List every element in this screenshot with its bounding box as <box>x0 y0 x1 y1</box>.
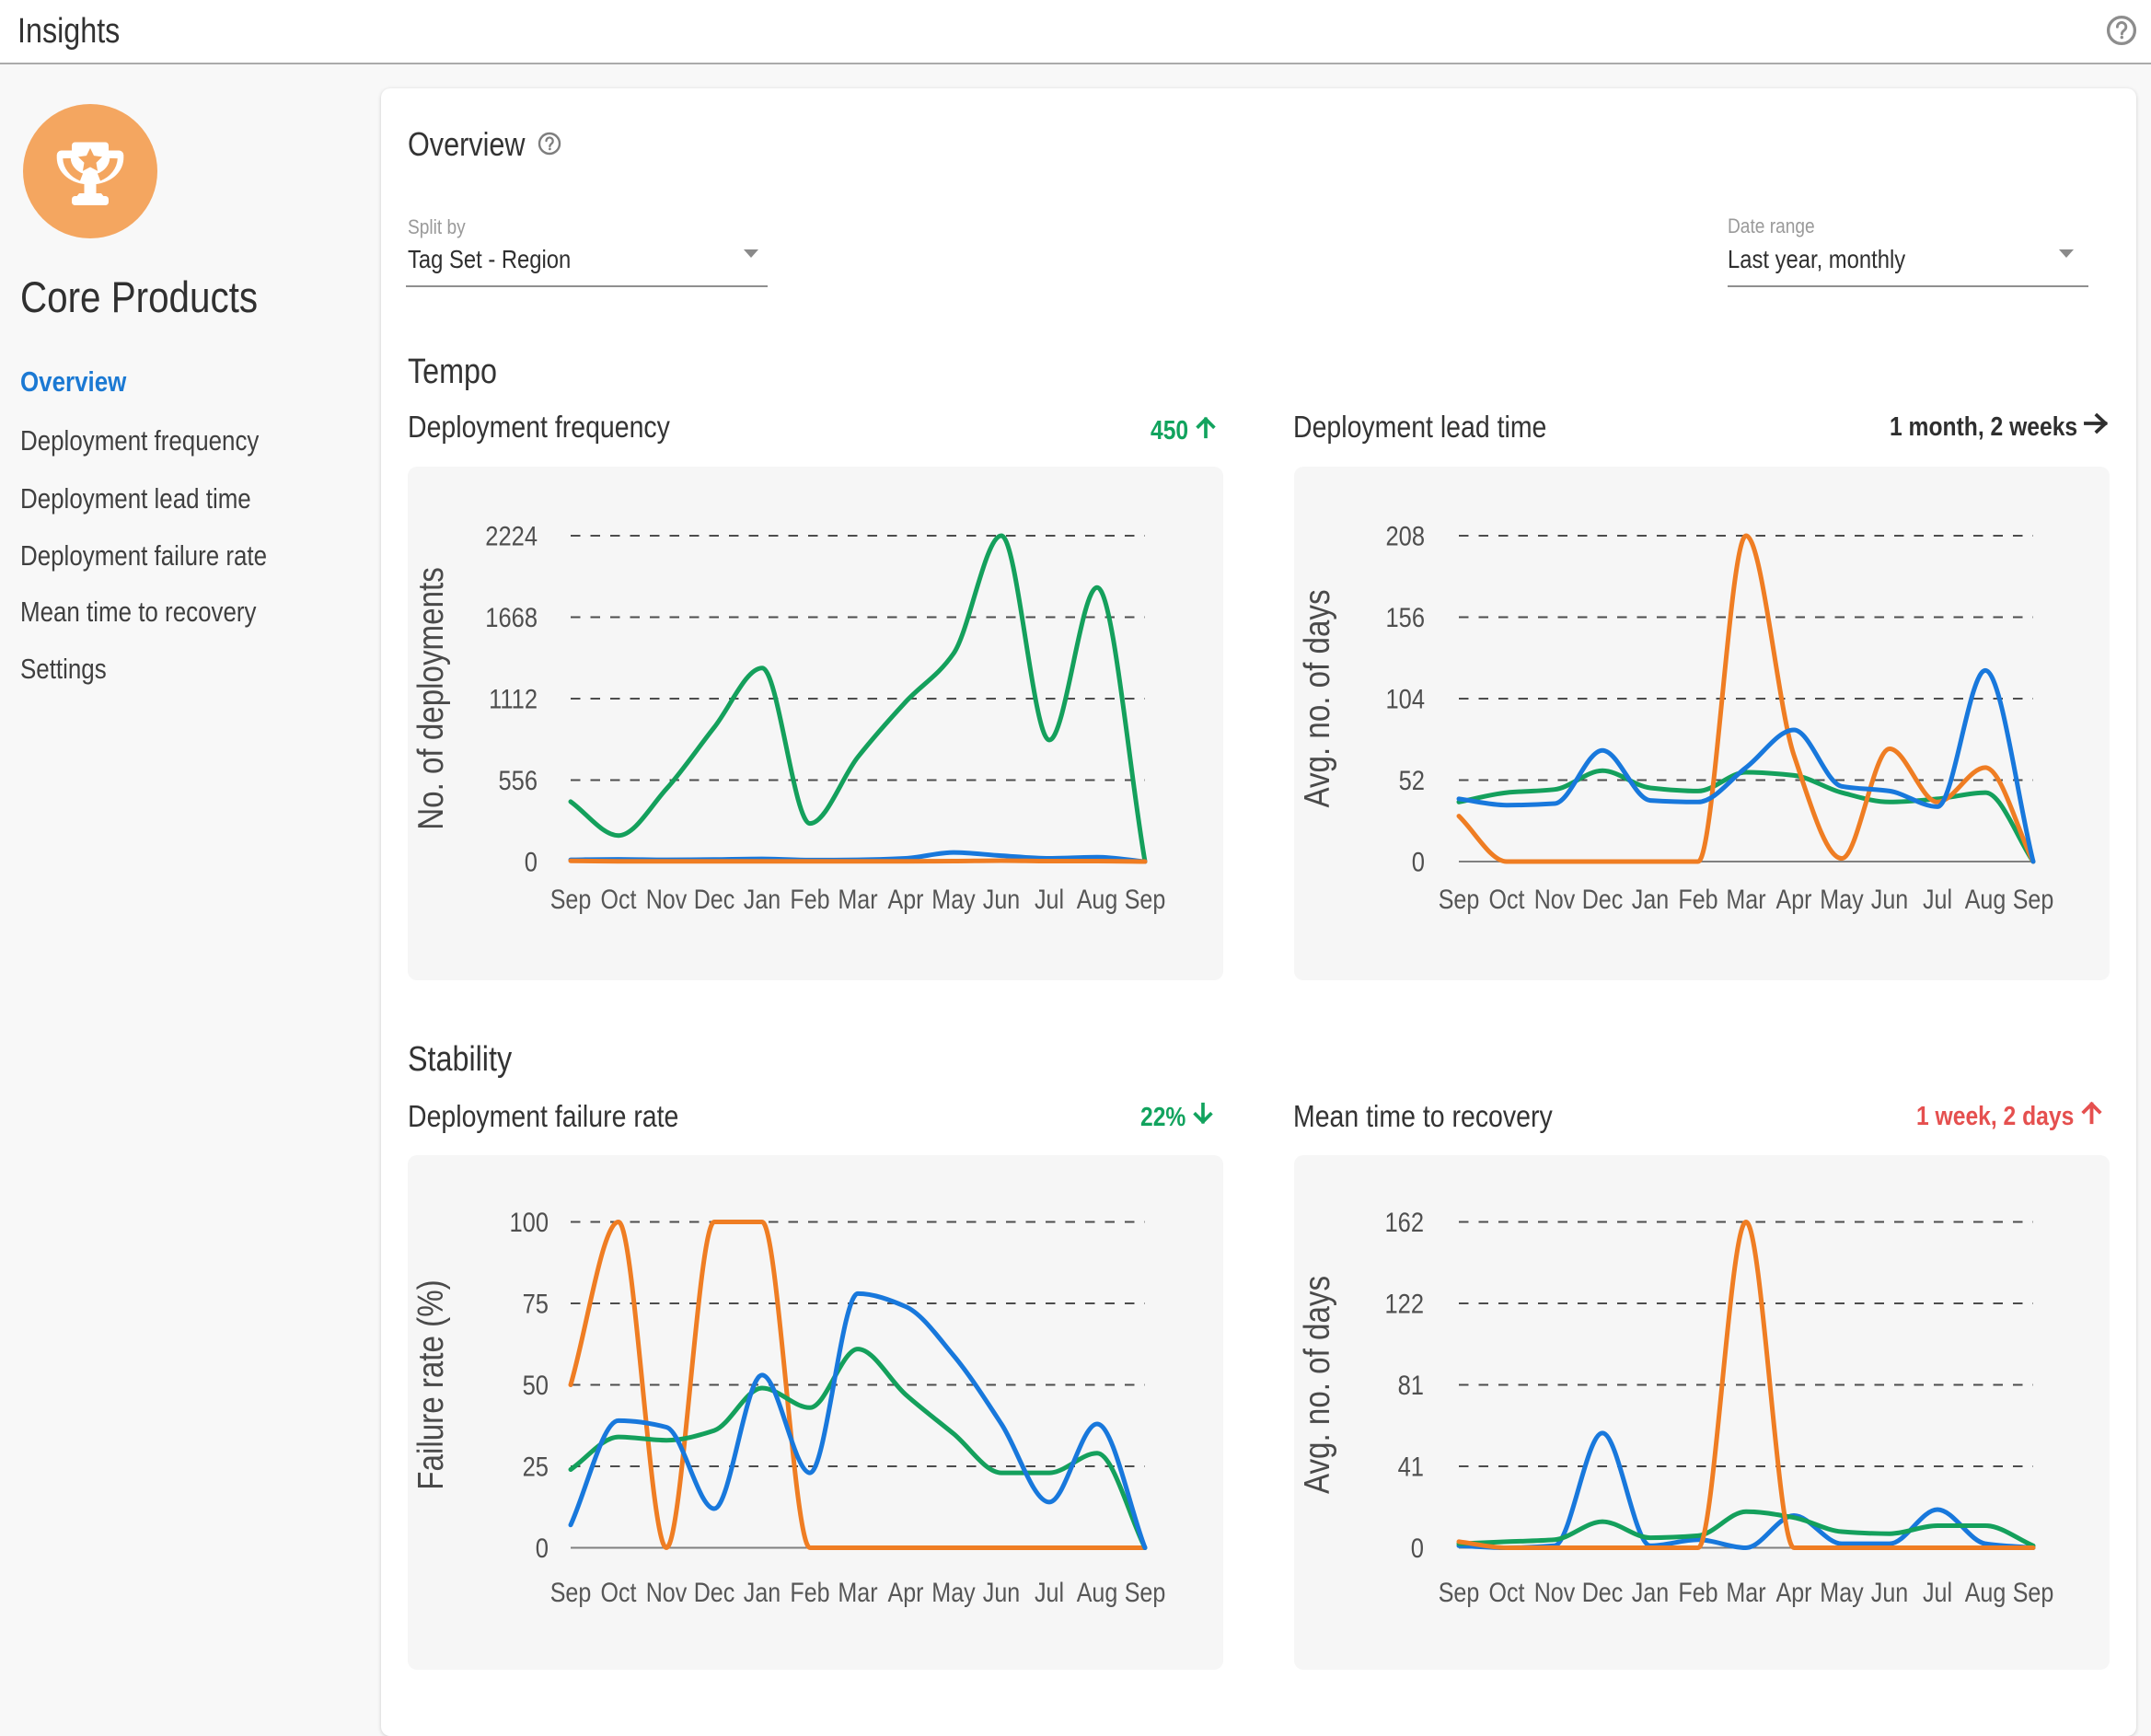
svg-text:Jul: Jul <box>1923 1578 1952 1608</box>
svg-text:52: 52 <box>1399 766 1425 796</box>
svg-text:556: 556 <box>499 766 538 796</box>
svg-text:Oct: Oct <box>1489 885 1525 915</box>
svg-text:Jun: Jun <box>983 1578 1020 1608</box>
svg-text:Nov: Nov <box>1534 1578 1576 1608</box>
svg-text:Oct: Oct <box>601 1578 637 1608</box>
svg-text:May: May <box>931 1578 976 1608</box>
svg-text:Jul: Jul <box>1923 885 1952 915</box>
svg-text:Avg. no. of days: Avg. no. of days <box>1298 589 1337 807</box>
svg-text:Sep: Sep <box>1125 885 1166 915</box>
svg-text:Jun: Jun <box>1871 1578 1908 1608</box>
svg-text:Dec: Dec <box>1582 1578 1624 1608</box>
svg-text:Jan: Jan <box>1632 1578 1669 1608</box>
svg-text:Jul: Jul <box>1035 1578 1064 1608</box>
svg-text:Apr: Apr <box>1776 885 1812 915</box>
svg-text:Jun: Jun <box>983 885 1020 915</box>
svg-text:1668: 1668 <box>485 603 538 633</box>
svg-text:Jun: Jun <box>1871 885 1908 915</box>
svg-text:Oct: Oct <box>601 885 637 915</box>
svg-text:208: 208 <box>1386 521 1426 551</box>
svg-text:Sep: Sep <box>1439 885 1480 915</box>
svg-text:Sep: Sep <box>550 885 592 915</box>
svg-text:Jan: Jan <box>1632 885 1669 915</box>
svg-text:Failure rate (%): Failure rate (%) <box>411 1279 451 1489</box>
svg-text:Aug: Aug <box>1965 885 2006 915</box>
svg-text:Jan: Jan <box>744 1578 781 1608</box>
svg-text:0: 0 <box>1411 1533 1424 1564</box>
svg-text:Feb: Feb <box>790 885 829 915</box>
svg-text:Jan: Jan <box>744 885 781 915</box>
svg-text:2224: 2224 <box>485 521 538 551</box>
svg-text:81: 81 <box>1398 1371 1424 1401</box>
svg-text:75: 75 <box>523 1289 549 1319</box>
svg-text:Dec: Dec <box>694 1578 735 1608</box>
svg-text:Feb: Feb <box>1678 1578 1717 1608</box>
svg-text:1112: 1112 <box>489 684 538 714</box>
svg-text:Feb: Feb <box>790 1578 829 1608</box>
svg-text:Oct: Oct <box>1489 1578 1525 1608</box>
svg-text:0: 0 <box>1412 847 1425 877</box>
svg-text:Sep: Sep <box>550 1578 592 1608</box>
svg-text:Sep: Sep <box>1125 1578 1166 1608</box>
svg-text:0: 0 <box>536 1533 549 1564</box>
svg-text:0: 0 <box>525 847 538 877</box>
svg-text:May: May <box>1820 885 1864 915</box>
svg-text:Mar: Mar <box>1726 1578 1765 1608</box>
svg-text:Mar: Mar <box>1726 885 1765 915</box>
svg-text:25: 25 <box>523 1452 549 1482</box>
svg-text:156: 156 <box>1386 603 1426 633</box>
svg-text:50: 50 <box>523 1371 549 1401</box>
svg-text:100: 100 <box>510 1208 549 1238</box>
svg-text:Nov: Nov <box>1534 885 1576 915</box>
svg-text:Dec: Dec <box>694 885 735 915</box>
svg-text:Mar: Mar <box>838 1578 877 1608</box>
svg-text:Nov: Nov <box>646 885 688 915</box>
svg-text:Sep: Sep <box>1439 1578 1480 1608</box>
svg-text:Jul: Jul <box>1035 885 1064 915</box>
svg-text:Nov: Nov <box>646 1578 688 1608</box>
svg-text:No. of deployments: No. of deployments <box>411 567 451 830</box>
svg-text:Dec: Dec <box>1582 885 1624 915</box>
svg-text:Sep: Sep <box>2013 885 2054 915</box>
svg-text:Feb: Feb <box>1678 885 1717 915</box>
svg-text:Aug: Aug <box>1077 1578 1118 1608</box>
svg-text:Aug: Aug <box>1077 885 1118 915</box>
svg-text:Aug: Aug <box>1965 1578 2006 1608</box>
svg-text:104: 104 <box>1386 684 1426 714</box>
svg-text:Avg. no. of days: Avg. no. of days <box>1298 1276 1337 1494</box>
svg-text:Mar: Mar <box>838 885 877 915</box>
svg-text:May: May <box>931 885 976 915</box>
svg-text:162: 162 <box>1385 1208 1425 1238</box>
svg-text:May: May <box>1820 1578 1864 1608</box>
svg-text:122: 122 <box>1385 1289 1425 1319</box>
svg-text:Apr: Apr <box>1776 1578 1812 1608</box>
svg-text:Apr: Apr <box>888 1578 924 1608</box>
svg-text:Sep: Sep <box>2013 1578 2054 1608</box>
svg-text:41: 41 <box>1398 1452 1424 1482</box>
svg-text:Apr: Apr <box>888 885 924 915</box>
